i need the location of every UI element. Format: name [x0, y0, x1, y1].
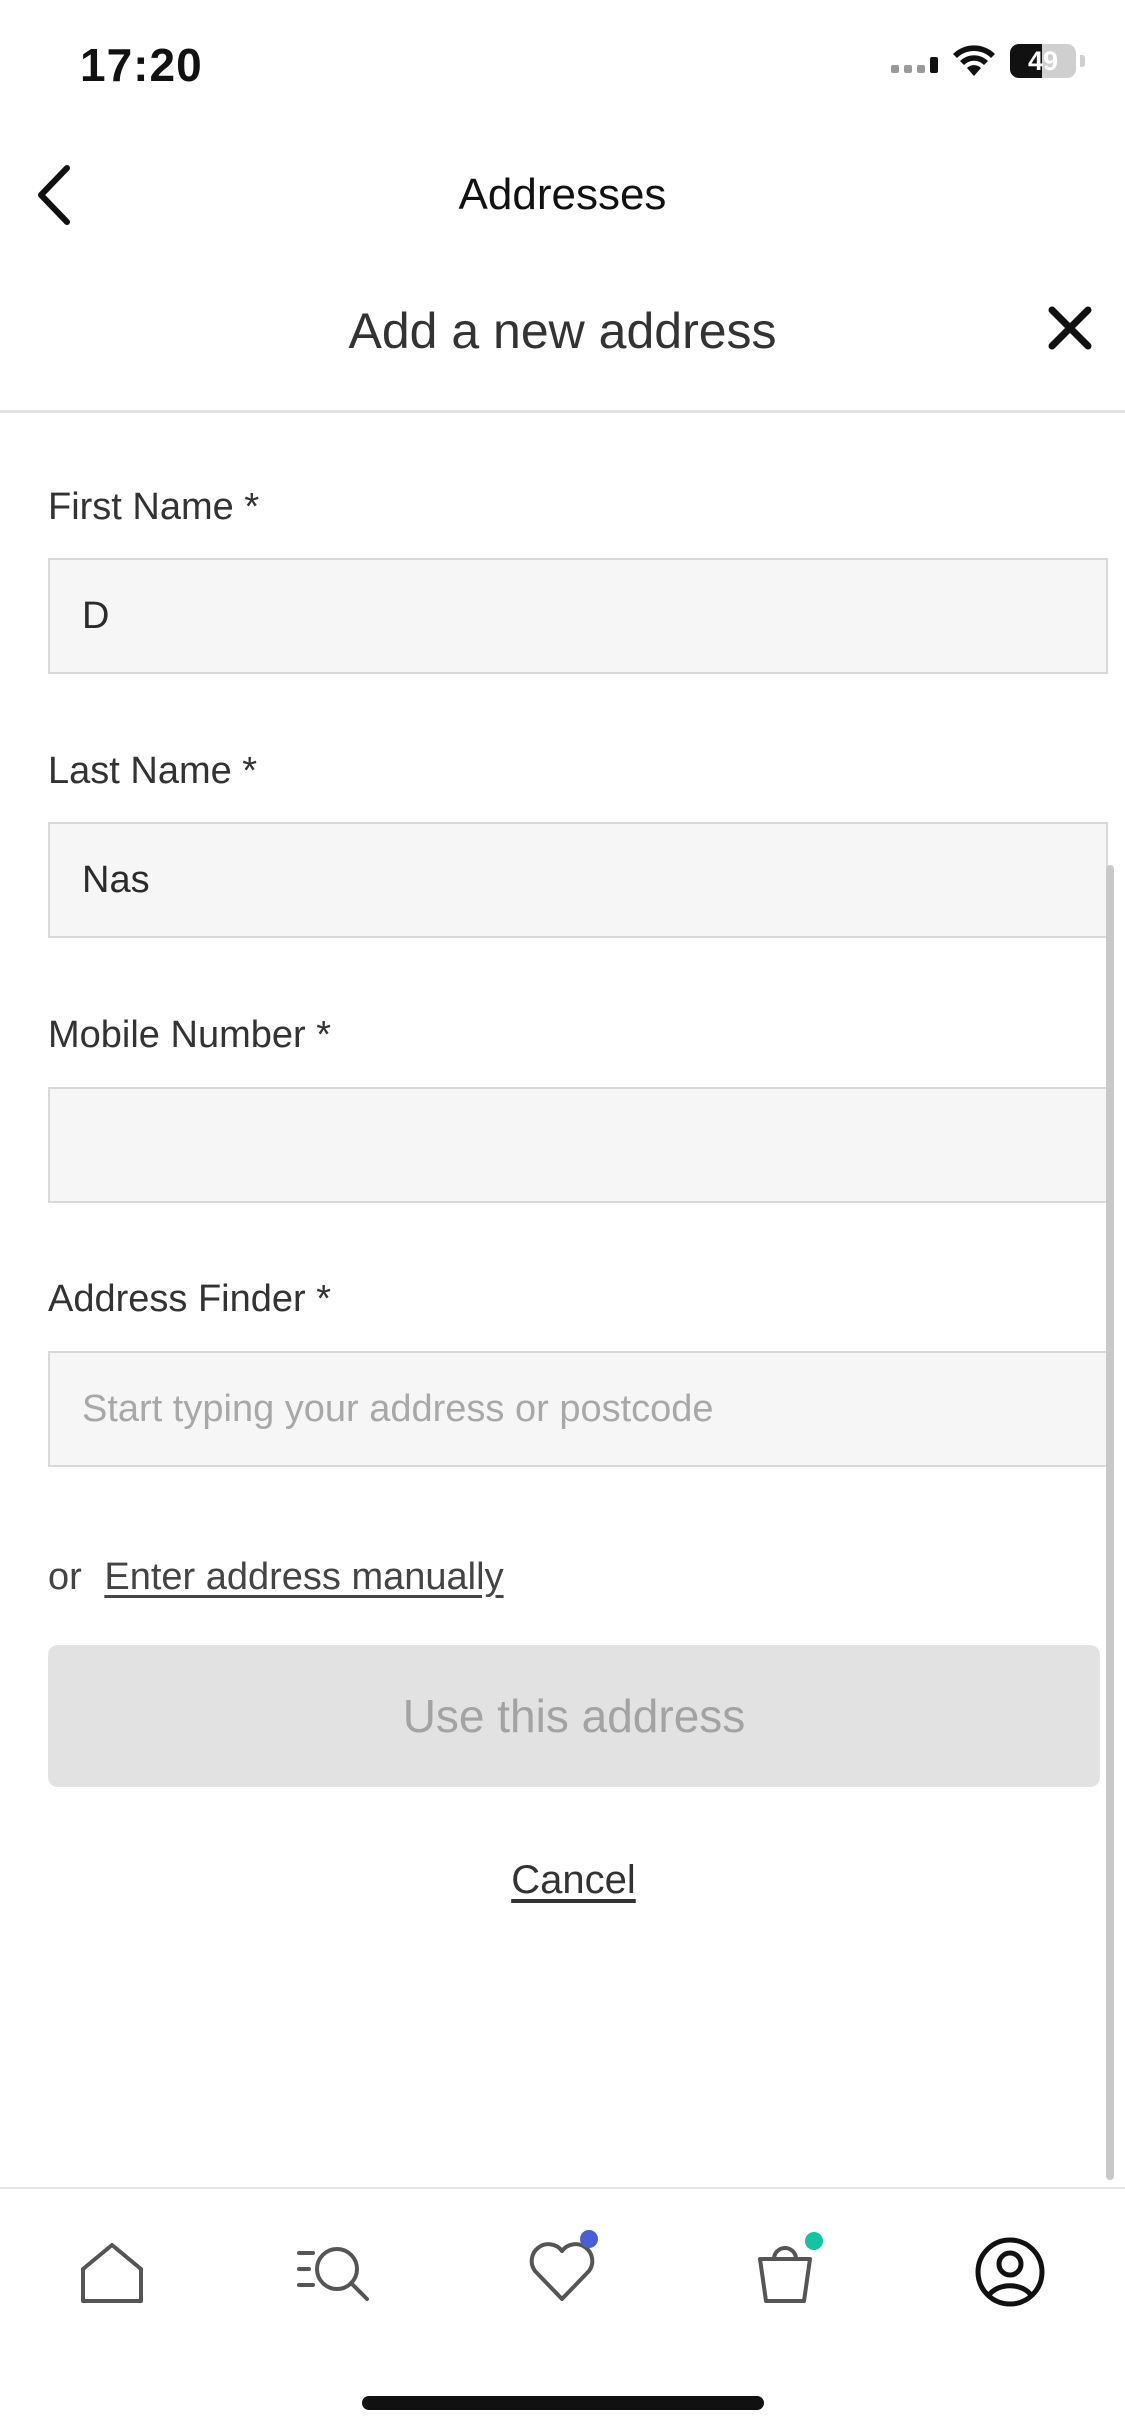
enter-address-manually-link[interactable]: Enter address manually	[104, 1556, 503, 1598]
manual-address-prefix: or	[48, 1556, 82, 1598]
last-name-input[interactable]	[48, 822, 1108, 938]
search-icon	[297, 2247, 369, 2301]
tabbar-divider	[0, 2187, 1125, 2189]
cellular-signal-icon	[891, 49, 938, 73]
bag-badge	[805, 2232, 823, 2250]
address-finder-label: Address Finder *	[48, 1278, 332, 1320]
address-finder-input[interactable]	[48, 1351, 1108, 1467]
first-name-input[interactable]	[48, 558, 1108, 674]
first-name-label: First Name *	[48, 486, 260, 528]
tab-home[interactable]	[62, 2222, 162, 2322]
page-title: Addresses	[458, 170, 667, 219]
mobile-number-input[interactable]	[48, 1087, 1108, 1203]
tab-account[interactable]	[960, 2222, 1060, 2322]
last-name-label: Last Name *	[48, 750, 258, 792]
manual-address-row: or Enter address manually	[48, 1556, 504, 1599]
sheet-title: Add a new address	[348, 303, 777, 359]
tab-wishlist[interactable]	[512, 2222, 612, 2322]
account-icon	[975, 2237, 1045, 2307]
tab-bag[interactable]	[735, 2222, 835, 2322]
cancel-link[interactable]: Cancel	[0, 1858, 1125, 1903]
close-button[interactable]	[1040, 298, 1100, 358]
use-this-address-button[interactable]: Use this address	[48, 1645, 1100, 1787]
scrollbar[interactable]	[1106, 865, 1114, 2180]
heart-icon	[529, 2242, 595, 2301]
tab-search[interactable]	[285, 2222, 385, 2322]
wifi-icon	[953, 45, 995, 76]
home-icon	[81, 2243, 143, 2303]
battery-icon: 49	[1010, 44, 1076, 78]
wishlist-badge	[580, 2230, 598, 2248]
home-indicator[interactable]	[362, 2396, 764, 2410]
close-icon	[1048, 306, 1092, 350]
status-time: 17:20	[80, 39, 203, 91]
battery-level: 49	[1027, 45, 1059, 76]
mobile-number-label: Mobile Number *	[48, 1014, 331, 1056]
status-icons: 49	[891, 44, 1085, 78]
header-divider	[0, 410, 1125, 413]
